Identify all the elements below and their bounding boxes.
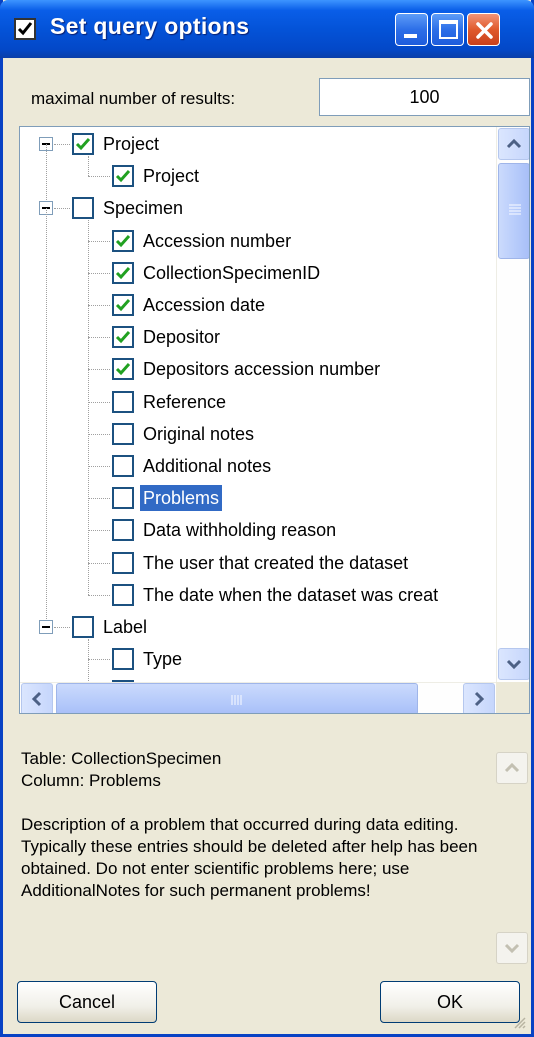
tree-connector — [88, 176, 110, 178]
set-query-options-window: Set query options maximal number of resu… — [0, 0, 534, 1037]
tree-connector — [88, 433, 110, 435]
cancel-button[interactable]: Cancel — [17, 981, 157, 1023]
tree-connector — [88, 498, 110, 500]
tree-item-label[interactable]: Depositors accession number — [140, 356, 383, 382]
tree-connector — [88, 272, 110, 274]
checkbox-app-icon — [14, 18, 36, 40]
description-scroll-down-button[interactable] — [496, 932, 528, 964]
close-icon — [476, 22, 493, 39]
description-table: Table: CollectionSpecimen — [21, 749, 222, 768]
chevron-right-icon — [474, 691, 485, 707]
tree-node-checkbox[interactable] — [112, 294, 134, 316]
tree-node-checkbox[interactable] — [112, 358, 134, 381]
tree-connector — [54, 144, 70, 145]
tree-connector — [88, 240, 110, 242]
grip-lines-icon — [231, 695, 242, 705]
maximize-icon — [439, 20, 458, 39]
tree-item-label[interactable]: Original notes — [140, 421, 257, 447]
tree-node-checkbox[interactable] — [112, 326, 134, 349]
tree-connector — [46, 144, 47, 209]
tree-connector — [54, 208, 70, 210]
tree-node-checkbox[interactable] — [112, 648, 134, 671]
window-title: Set query options — [50, 13, 250, 39]
tree-item-label[interactable]: Accession number — [140, 228, 294, 254]
tree-node-checkbox[interactable] — [112, 519, 134, 542]
tree-item-label[interactable]: Reference — [140, 389, 229, 415]
horizontal-scroll-thumb[interactable] — [56, 683, 418, 713]
vertical-scroll-thumb[interactable] — [498, 163, 529, 259]
tree-connector — [88, 659, 110, 661]
description-panel: Table: CollectionSpecimen Column: Proble… — [19, 748, 530, 966]
tree-content: Project Project Specimen Accession number Co… — [20, 127, 495, 682]
title-bar[interactable]: Set query options — [0, 0, 534, 58]
description-scrollbar[interactable] — [495, 748, 529, 966]
tree-node-checkbox[interactable] — [112, 422, 134, 445]
tree-item-label[interactable]: Data withholding reason — [140, 517, 339, 543]
tree-node-checkbox[interactable] — [112, 487, 134, 510]
tree-item-label[interactable]: Accession date — [140, 292, 268, 318]
tree-connector — [88, 530, 110, 532]
description-column: Column: Problems — [21, 771, 161, 790]
chevron-up-icon — [504, 762, 520, 773]
tree-item-label[interactable]: Type — [140, 646, 185, 672]
tree-group-label[interactable]: Label — [100, 614, 150, 640]
close-button[interactable] — [467, 13, 500, 46]
tree-connector — [88, 639, 89, 682]
tree-group-label[interactable]: Project — [100, 131, 162, 157]
tree-connector — [88, 401, 110, 403]
tree-item-label[interactable]: Project — [140, 163, 202, 189]
tree-node-checkbox[interactable] — [112, 165, 134, 188]
chevron-down-icon — [504, 943, 520, 954]
tree-horizontal-scrollbar[interactable] — [20, 682, 496, 713]
tree-item-label[interactable]: CollectionSpecimenID — [140, 260, 323, 286]
chevron-down-icon — [506, 659, 522, 670]
tree-connector — [88, 337, 110, 339]
minimize-button[interactable] — [395, 13, 428, 46]
chevron-left-icon — [31, 691, 42, 707]
query-options-tree[interactable]: Project Project Specimen Accession number Co… — [19, 126, 530, 714]
chevron-up-icon — [506, 138, 522, 149]
tree-node-checkbox[interactable] — [72, 133, 94, 155]
scroll-right-button[interactable] — [463, 683, 495, 713]
max-results-input[interactable] — [319, 78, 530, 116]
tree-node-checkbox[interactable] — [112, 583, 134, 606]
scroll-up-button[interactable] — [498, 128, 529, 160]
tree-connector — [88, 562, 110, 564]
collapse-toggle-icon[interactable] — [39, 620, 53, 634]
grip-lines-icon — [509, 204, 521, 215]
description-text: Table: CollectionSpecimen Column: Proble… — [21, 748, 491, 902]
resize-grip-icon[interactable] — [513, 1016, 527, 1030]
tree-item-label[interactable]: Additional notes — [140, 453, 274, 479]
maximize-button[interactable] — [431, 13, 464, 46]
tree-connector — [46, 208, 47, 627]
tree-connector — [88, 369, 110, 371]
max-results-label: maximal number of results: — [31, 89, 236, 108]
tree-node-checkbox[interactable] — [112, 229, 134, 252]
tree-group-label[interactable]: Specimen — [100, 195, 186, 221]
tree-item-label[interactable]: The user that created the dataset — [140, 550, 411, 576]
scroll-left-button[interactable] — [21, 683, 53, 713]
tree-node-checkbox[interactable] — [72, 616, 94, 638]
tree-connector — [88, 156, 89, 177]
tree-connector — [88, 594, 110, 596]
description-scroll-up-button[interactable] — [496, 752, 528, 784]
tree-item-label[interactable]: The date when the dataset was creat — [140, 582, 441, 608]
ok-button[interactable]: OK — [380, 981, 520, 1023]
tree-connector — [88, 466, 110, 467]
tree-node-checkbox[interactable] — [112, 390, 134, 413]
tree-connector — [88, 305, 110, 306]
scroll-down-button[interactable] — [498, 648, 529, 680]
tree-connector — [88, 220, 89, 595]
tree-connector — [54, 627, 70, 628]
scrollbar-corner — [496, 682, 529, 713]
tree-vertical-scrollbar[interactable] — [496, 127, 529, 682]
tree-node-checkbox[interactable] — [72, 197, 94, 220]
tree-item-label[interactable]: Depositor — [140, 324, 223, 350]
minimize-icon — [404, 34, 417, 38]
tree-item-label[interactable]: Problems — [140, 485, 223, 512]
tree-node-checkbox[interactable] — [112, 551, 134, 574]
description-body: Description of a problem that occurred d… — [21, 815, 478, 900]
tree-node-checkbox[interactable] — [112, 261, 134, 284]
tree-node-checkbox[interactable] — [112, 455, 134, 477]
